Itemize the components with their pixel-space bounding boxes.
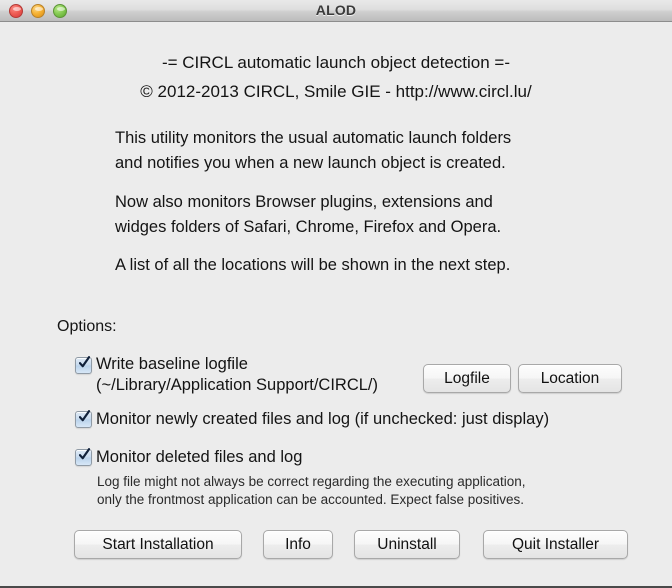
options-section-label: Options:	[57, 318, 117, 335]
description-paragraph-1: This utility monitors the usual automati…	[115, 129, 512, 172]
quit-installer-button[interactable]: Quit Installer	[483, 530, 628, 559]
option-row-monitor-deleted-files[interactable]: Monitor deleted files and log	[75, 447, 302, 468]
option-label-monitor-deleted-files: Monitor deleted files and log	[96, 448, 303, 466]
option-row-write-baseline-logfile[interactable]: Write baseline logfile (~/Library/Applic…	[75, 355, 378, 396]
app-headline: -= CIRCL automatic launch object detecti…	[161, 53, 511, 72]
option-row-monitor-created-files[interactable]: Monitor newly created files and log (if …	[75, 409, 549, 430]
checkbox-monitor-deleted-files[interactable]	[75, 448, 92, 466]
logfile-disclaimer-note: Log file might not always be correct reg…	[97, 474, 526, 507]
start-installation-button[interactable]: Start Installation	[74, 530, 242, 559]
alod-window: ALOD -= CIRCL automatic launch object de…	[0, 0, 672, 588]
description-paragraph-3: A list of all the locations will be show…	[115, 256, 511, 274]
checkmark-icon	[79, 448, 90, 462]
location-button[interactable]: Location	[518, 364, 622, 393]
option-label-monitor-created-files: Monitor newly created files and log (if …	[96, 410, 550, 428]
checkbox-write-baseline-logfile[interactable]	[75, 356, 92, 374]
app-copyright: © 2012-2013 CIRCL, Smile GIE - http://ww…	[140, 82, 532, 101]
window-title: ALOD	[315, 2, 357, 18]
description-paragraph-2: Now also monitors Browser plugins, exten…	[115, 193, 502, 236]
info-button[interactable]: Info	[263, 530, 333, 559]
window-content: -= CIRCL automatic launch object detecti…	[0, 23, 672, 586]
checkmark-icon	[79, 356, 90, 370]
window-titlebar[interactable]: ALOD	[0, 0, 672, 22]
checkbox-monitor-created-files[interactable]	[75, 410, 92, 428]
checkmark-icon	[79, 410, 90, 424]
uninstall-button[interactable]: Uninstall	[354, 530, 460, 559]
logfile-button[interactable]: Logfile	[423, 364, 511, 393]
option-label-write-baseline-logfile: Write baseline logfile (~/Library/Applic…	[96, 355, 378, 394]
